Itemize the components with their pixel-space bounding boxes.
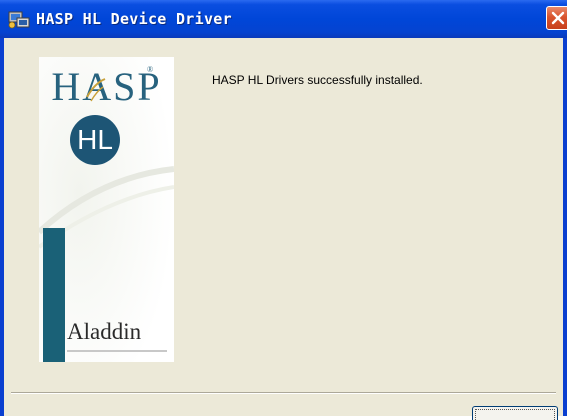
- aladdin-hasp-hl-logo: HASP ® HL Aladdin: [39, 57, 174, 362]
- hl-badge-text: HL: [77, 124, 113, 155]
- finish-button[interactable]: [472, 406, 558, 420]
- aladdin-tagline-graphic: [67, 349, 173, 354]
- brand-teal-bar: [43, 228, 65, 362]
- hasp-driver-app-icon: [8, 9, 30, 29]
- installer-window: HASP HL Device Driver HASP ® HL Aladdin …: [0, 0, 567, 420]
- focus-rectangle: [475, 409, 555, 420]
- window-title: HASP HL Device Driver: [36, 10, 232, 28]
- registered-mark: ®: [147, 65, 154, 74]
- aladdin-wordmark: Aladdin: [67, 319, 142, 344]
- title-bar[interactable]: HASP HL Device Driver: [0, 0, 567, 38]
- install-success-message: HASP HL Drivers successfully installed.: [212, 73, 423, 87]
- close-button[interactable]: [546, 6, 567, 30]
- footer-divider: [11, 392, 556, 394]
- dialog-client-area: HASP ® HL Aladdin HASP HL Drivers succes…: [4, 38, 563, 420]
- gold-swirl-icon: [86, 78, 106, 102]
- close-x-icon: [551, 11, 565, 25]
